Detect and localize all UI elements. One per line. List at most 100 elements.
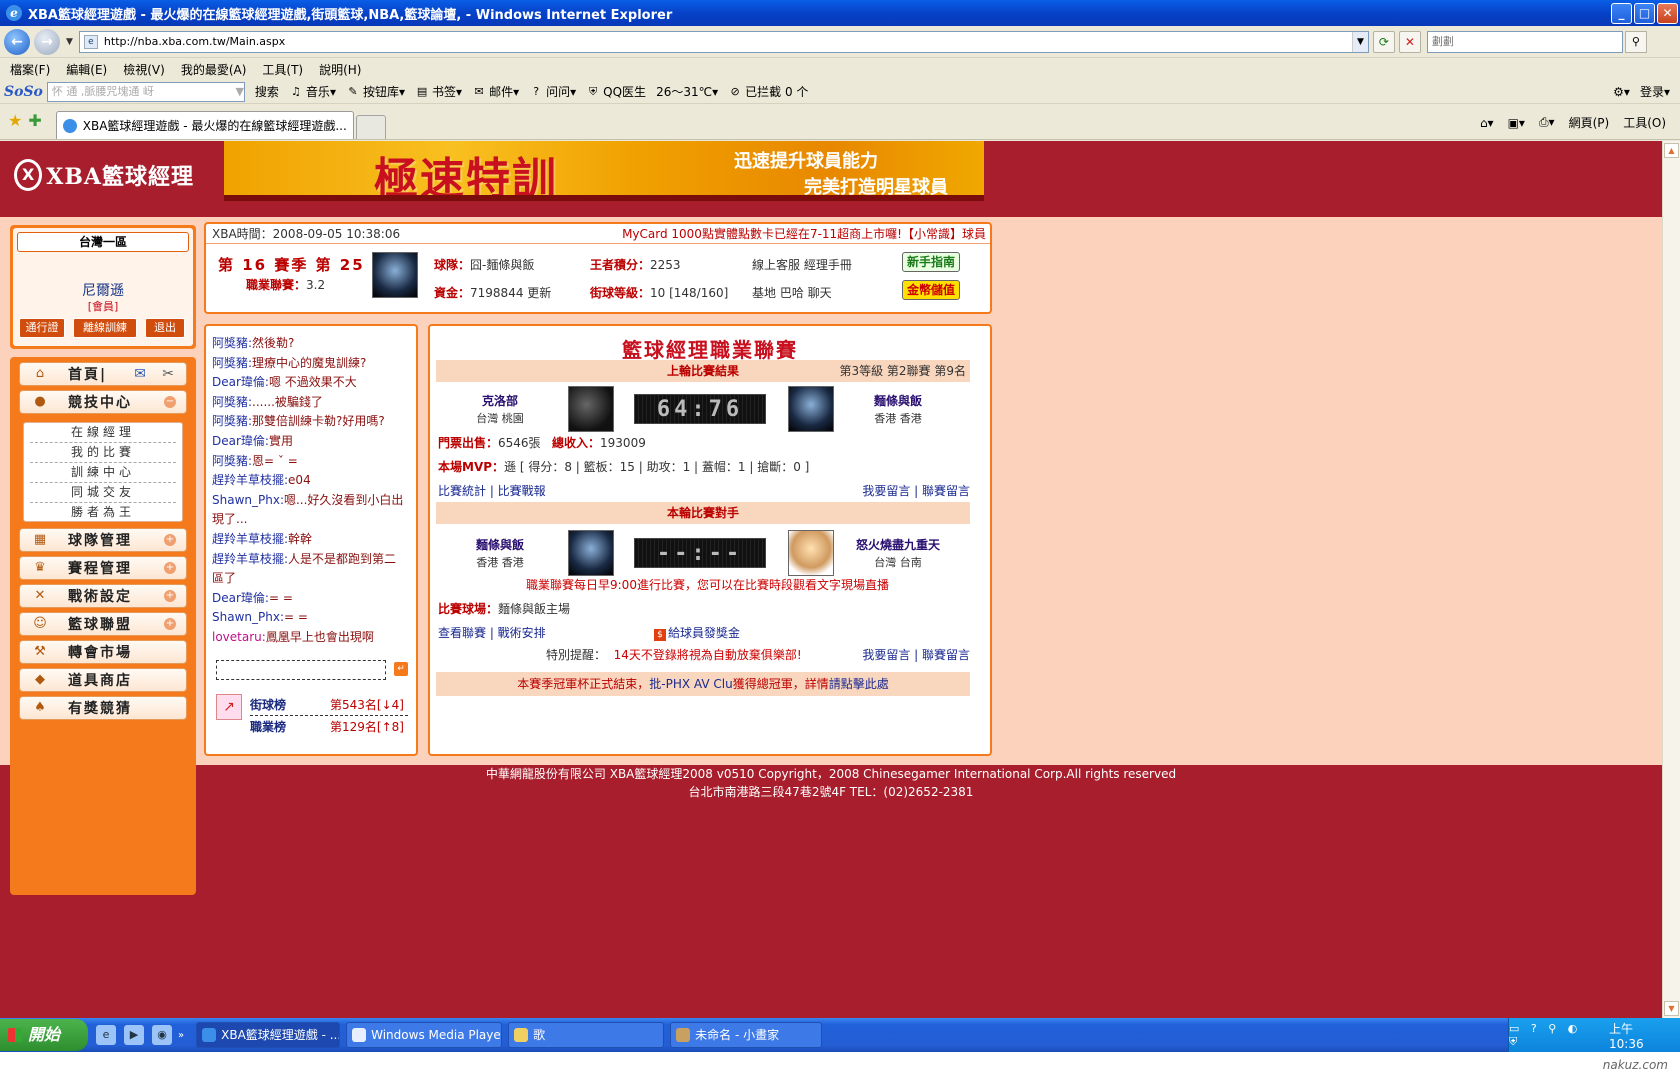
expand-icon[interactable]: + (164, 618, 176, 630)
address-dropdown-icon[interactable]: ▼ (1351, 31, 1368, 52)
message-links[interactable]: 我要留言 | 聯賽留言 (862, 482, 970, 499)
passport-button[interactable]: 通行證 (19, 318, 65, 338)
qq-doctor-button[interactable]: ⛨ QQ医生 (586, 83, 646, 100)
menu-help[interactable]: 說明(H) (319, 61, 361, 78)
away-team-name[interactable]: 麵條與飯 (848, 392, 948, 409)
champion-team-link[interactable]: 批-PHX AV Clu (649, 677, 732, 691)
chat-user[interactable]: Shawn_Phx: (212, 493, 284, 507)
quicklaunch-firefox-icon[interactable]: ◉ (152, 1025, 172, 1045)
feed-icon[interactable]: ▣▾ (1508, 116, 1525, 130)
home-icon[interactable]: ⌂▾ (1480, 116, 1494, 130)
subnav-local-friends[interactable]: 同城交友 (30, 483, 176, 503)
nav-schedule[interactable]: ♛ 賽程管理 + (19, 556, 187, 580)
chat-user[interactable]: 阿獎豬: (212, 356, 252, 370)
print-icon[interactable]: ⎙▾ (1539, 115, 1555, 130)
home-team-avatar[interactable] (568, 386, 614, 432)
music-button[interactable]: ♫ 音乐 ▾ (289, 83, 336, 100)
marquee-notice[interactable]: MyCard 1000點實體點數卡已經在7-11超商上市囉!【小常識】球員 (622, 224, 986, 244)
maximize-button[interactable]: □ (1634, 2, 1655, 24)
chat-input[interactable] (216, 660, 386, 680)
subnav-winner[interactable]: 勝者為王 (30, 503, 176, 523)
menu-file[interactable]: 檔案(F) (10, 61, 50, 78)
chat-user[interactable]: Dear瑋倫: (212, 434, 269, 448)
search-input[interactable]: 劃劃 (1426, 30, 1623, 53)
chat-user[interactable]: 趕羚羊草枝擺: (212, 532, 288, 546)
login-button[interactable]: 登录 (1640, 83, 1664, 100)
search-icon[interactable]: ⚲ (1624, 30, 1647, 53)
away-team-avatar[interactable] (788, 386, 834, 432)
page-menu-button[interactable]: 網頁(P) (1569, 114, 1610, 131)
league-tactics-links[interactable]: 查看聯賽 | 戰術安排 (438, 624, 546, 641)
chat-user[interactable]: 趕羚羊草枝擺: (212, 473, 288, 487)
start-button[interactable]: 開始 (0, 1019, 88, 1051)
refresh-icon[interactable]: ⟳ (1372, 30, 1395, 53)
rank-street[interactable]: 街球榜 第543名[↓4] (250, 696, 408, 716)
xba-logo[interactable]: X XBA籃球經理 (14, 155, 194, 195)
customer-service-links[interactable]: 線上客服 經理手冊 (752, 256, 852, 273)
favorites-star-icon[interactable]: ★ (8, 111, 22, 130)
bonus-link[interactable]: $ 給球員發獎金 (654, 624, 740, 641)
chat-user[interactable]: 趕羚羊草枝擺: (212, 552, 288, 566)
menu-favorites[interactable]: 我的最愛(A) (181, 61, 247, 78)
scroll-down-icon[interactable]: ▼ (1664, 1001, 1679, 1016)
chat-user[interactable]: 阿獎豬: (212, 454, 252, 468)
gold-topup-button[interactable]: 金幣儲值 (902, 280, 960, 300)
chat-user[interactable]: 阿獎豬: (212, 414, 252, 428)
chat-user[interactable]: Shawn_Phx: (212, 610, 284, 624)
rank-pro[interactable]: 職業榜 第129名[↑8] (250, 718, 408, 735)
mail-button[interactable]: ✉ 邮件 ▾ (472, 83, 519, 100)
nav-arena[interactable]: ● 競技中心 − (19, 390, 187, 414)
tab-xba[interactable]: XBA籃球經理遊戲 - 最火爆的在線籃球經理遊戲... (55, 111, 354, 139)
collapse-icon[interactable]: − (164, 396, 176, 408)
chat-user[interactable]: Dear瑋倫: (212, 375, 269, 389)
quicklaunch-more-icon[interactable]: » (178, 1030, 184, 1041)
new-tab-button[interactable] (355, 115, 386, 139)
logout-button[interactable]: 退出 (145, 318, 185, 338)
menu-view[interactable]: 檢視(V) (123, 61, 165, 78)
chat-user[interactable]: 阿獎豬: (212, 395, 252, 409)
chat-send-icon[interactable]: ↵ (394, 662, 408, 676)
tools-nav-icon[interactable]: ✂ (162, 366, 174, 382)
address-bar[interactable]: e http://nba.xba.com.tw/Main.aspx ▼ (78, 30, 1369, 53)
expand-icon[interactable]: + (164, 534, 176, 546)
settings-icon[interactable]: ⚙▾ (1613, 85, 1630, 99)
chat-user[interactable]: Dear瑋倫: (212, 591, 269, 605)
chat-user[interactable]: 阿獎豬: (212, 336, 252, 350)
base-links[interactable]: 基地 巴哈 聊天 (752, 284, 832, 301)
subnav-my-matches[interactable]: 我的比賽 (30, 443, 176, 463)
menu-tools[interactable]: 工具(T) (262, 61, 303, 78)
add-favorite-icon[interactable]: ✚ (28, 111, 41, 130)
message-links-2[interactable]: 我要留言 | 聯賽留言 (862, 646, 970, 663)
stop-icon[interactable]: ✕ (1398, 30, 1421, 53)
scroll-up-icon[interactable]: ▲ (1664, 143, 1679, 158)
match-stats-links[interactable]: 比賽統計 | 比賽戰報 (438, 482, 546, 499)
nav-quiz[interactable]: ♠ 有獎競猜 (19, 696, 187, 720)
address-input[interactable]: http://nba.xba.com.tw/Main.aspx (104, 35, 1352, 48)
soso-search-input[interactable]: 怀 通 ,脈腰咒塊通 岈 ▼ (46, 81, 245, 102)
subnav-training-center[interactable]: 訓練中心 (30, 463, 176, 483)
nav-league[interactable]: ☺ 籃球聯盟 + (19, 612, 187, 636)
forward-button[interactable]: → (34, 28, 60, 55)
nav-team-management[interactable]: ▦ 球隊管理 + (19, 528, 187, 552)
weather-button[interactable]: 26～31℃ ▾ (656, 83, 718, 100)
quicklaunch-mediaplayer-icon[interactable]: ▶ (124, 1025, 144, 1045)
promo-banner[interactable]: 極速特訓 迅速提升球員能力 完美打造明星球員 (224, 141, 984, 201)
chat-user[interactable]: lovetaru: (212, 630, 266, 644)
task-media-player[interactable]: Windows Media Player (346, 1022, 503, 1048)
task-folder[interactable]: 歌 (508, 1022, 665, 1048)
next-home-name[interactable]: 麵條與飯 (450, 536, 550, 553)
vertical-scrollbar[interactable]: ▲ ▼ (1662, 141, 1680, 1018)
nav-home[interactable]: ⌂ 首頁| ✉ ✂ (19, 362, 187, 386)
nav-transfer-market[interactable]: ⚒ 轉會市場 (19, 640, 187, 664)
expand-icon[interactable]: + (164, 590, 176, 602)
close-button[interactable]: ✕ (1657, 2, 1678, 24)
champion-detail-link[interactable]: 請點擊此處 (829, 677, 889, 691)
minimize-button[interactable]: _ (1611, 2, 1632, 24)
menu-edit[interactable]: 編輯(E) (66, 61, 107, 78)
tools-menu-button[interactable]: 工具(O) (1623, 114, 1666, 131)
mail-nav-icon[interactable]: ✉ (134, 366, 146, 382)
subnav-online-manager[interactable]: 在線經理 (30, 423, 176, 443)
next-away-avatar[interactable] (788, 530, 834, 576)
back-button[interactable]: ← (4, 28, 30, 55)
nav-item-shop[interactable]: ◆ 道具商店 (19, 668, 187, 692)
